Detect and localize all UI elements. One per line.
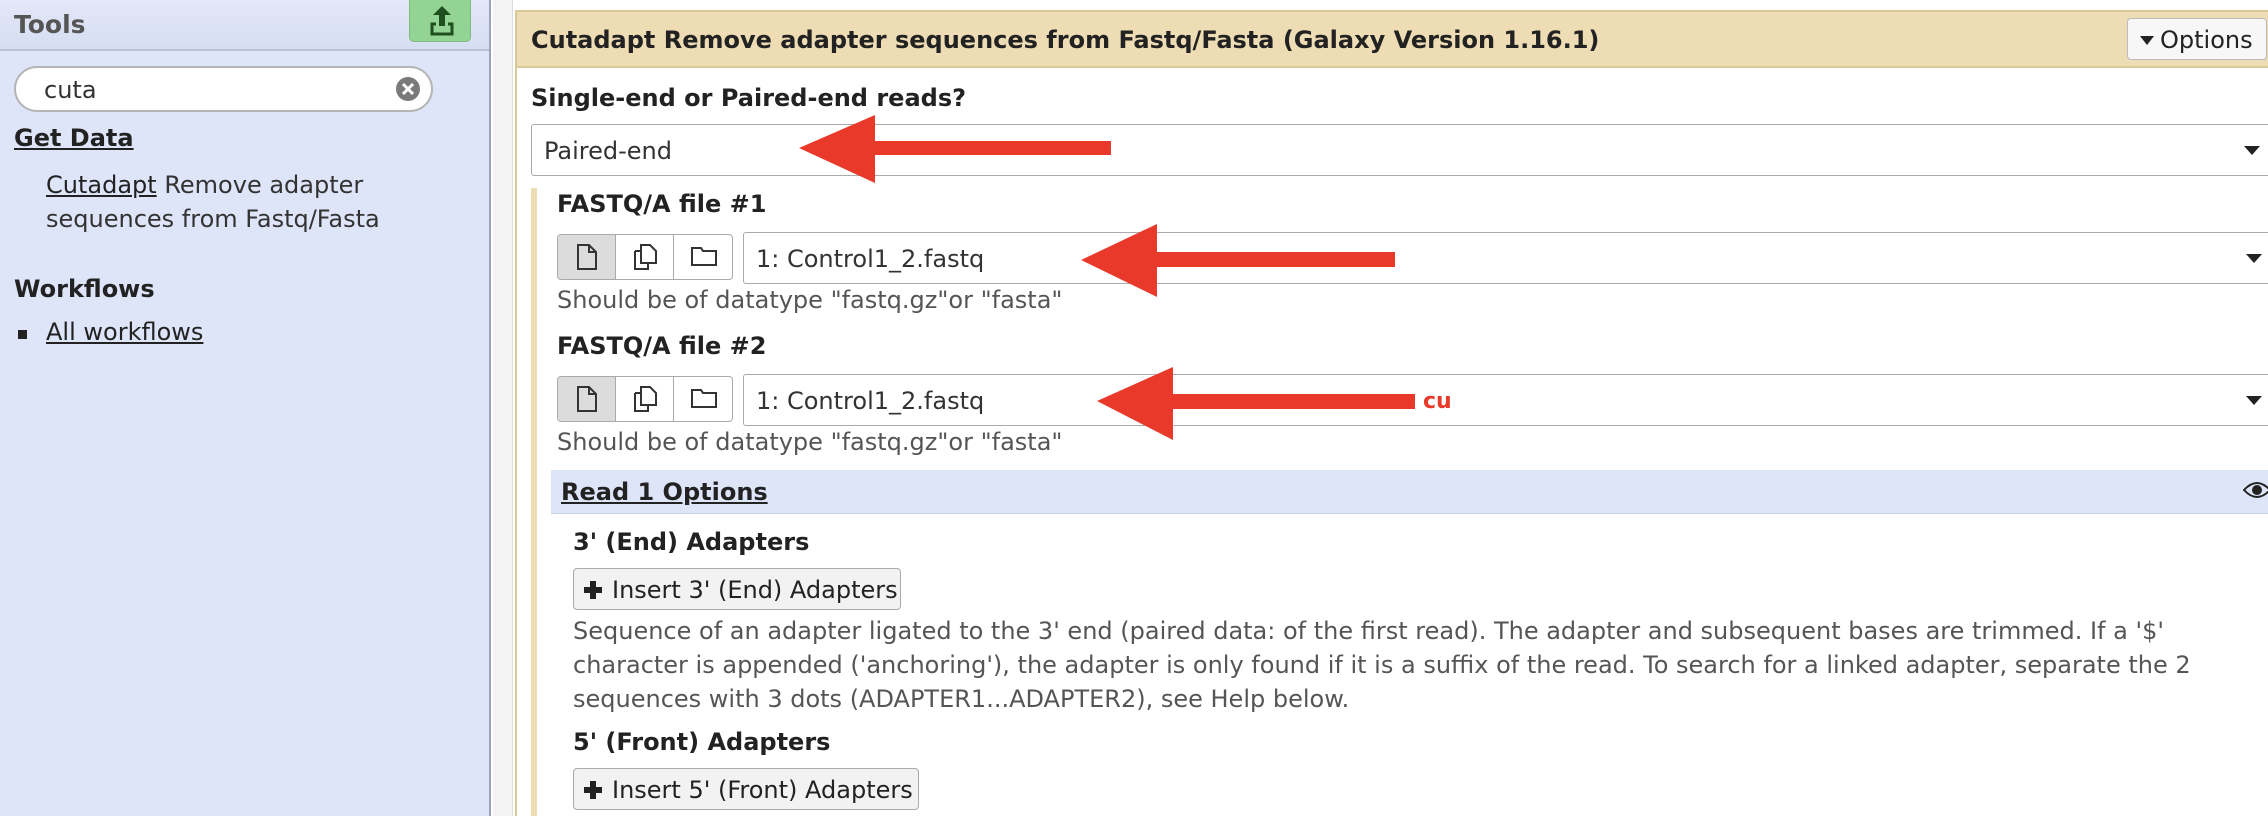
tool-form-title: Cutadapt Remove adapter sequences from F… (531, 26, 1600, 54)
insert-end-adapters-button[interactable]: Insert 3' (End) Adapters (573, 568, 901, 610)
tool-panel-header: Tools (0, 0, 489, 51)
tool-form-header: Cutadapt Remove adapter sequences from F… (517, 12, 2268, 68)
chevron-down-icon (2246, 254, 2262, 263)
chevron-down-icon (2246, 396, 2262, 405)
file1-select[interactable]: 1: Control1_2.fastq (743, 232, 2268, 284)
clear-search-icon[interactable] (395, 76, 421, 102)
file-icon (577, 386, 597, 412)
workflows-heading: Workflows (14, 275, 155, 303)
single-dataset-button[interactable] (558, 377, 616, 421)
front-adapters-label: 5' (Front) Adapters (573, 728, 831, 756)
file2-label: FASTQ/A file #2 (557, 332, 767, 360)
file2-source-buttons (557, 376, 733, 422)
tool-search-input[interactable]: cuta (14, 66, 433, 112)
files-icon (634, 244, 657, 270)
cutadapt-tool-link[interactable]: Cutadapt (46, 171, 157, 199)
plus-icon (584, 781, 602, 799)
tool-panel: Tools cuta Get Data Cutadapt Remove adap… (0, 0, 491, 816)
single-dataset-button[interactable] (558, 235, 616, 279)
end-adapters-label: 3' (End) Adapters (573, 528, 810, 556)
end-adapters-help: Sequence of an adapter ligated to the 3'… (573, 617, 2191, 713)
read-type-value: Paired-end (544, 137, 672, 165)
read1-options-title[interactable]: Read 1 Options (561, 478, 768, 506)
tool-search-value: cuta (44, 76, 97, 104)
panel-divider[interactable] (493, 0, 513, 816)
file-icon (577, 244, 597, 270)
get-data-section-link[interactable]: Get Data (14, 124, 134, 152)
file1-source-buttons (557, 234, 733, 280)
insert-end-adapters-label: Insert 3' (End) Adapters (612, 576, 898, 604)
cutadapt-tool-item[interactable]: Cutadapt Remove adapter sequences from F… (46, 168, 446, 236)
eye-icon[interactable] (2243, 480, 2268, 500)
plus-icon (584, 581, 602, 599)
options-button[interactable]: Options (2127, 18, 2267, 60)
read-type-select[interactable]: Paired-end (531, 124, 2268, 176)
tool-form: Cutadapt Remove adapter sequences from F… (515, 10, 2268, 816)
file2-select[interactable]: 1: Control1_2.fastq (743, 374, 2268, 426)
folder-icon (691, 389, 717, 408)
annotation-text: cu (1423, 389, 1452, 414)
upload-button[interactable] (409, 0, 471, 42)
file2-value: 1: Control1_2.fastq (756, 387, 985, 415)
file1-value: 1: Control1_2.fastq (756, 245, 985, 273)
read1-options-section[interactable]: Read 1 Options (551, 470, 2268, 514)
options-label: Options (2160, 26, 2253, 54)
read-type-label: Single-end or Paired-end reads? (531, 84, 967, 112)
files-icon (634, 386, 657, 412)
caret-down-icon (2140, 36, 2154, 45)
insert-front-adapters-label: Insert 5' (Front) Adapters (612, 776, 913, 804)
multiple-datasets-button[interactable] (616, 235, 674, 279)
tool-form-panel: Cutadapt Remove adapter sequences from F… (493, 0, 2268, 816)
file1-help: Should be of datatype "fastq.gz"or "fast… (557, 286, 1063, 314)
upload-icon (430, 6, 454, 36)
all-workflows-link[interactable]: All workflows (46, 318, 203, 346)
conditional-indent-bar (531, 188, 537, 816)
galaxy-app: Tools cuta Get Data Cutadapt Remove adap… (0, 0, 2268, 816)
file2-help: Should be of datatype "fastq.gz"or "fast… (557, 428, 1063, 456)
file1-label: FASTQ/A file #1 (557, 190, 767, 218)
dataset-collection-button[interactable] (674, 235, 732, 279)
folder-icon (691, 247, 717, 266)
dataset-collection-button[interactable] (674, 377, 732, 421)
chevron-down-icon (2244, 146, 2260, 155)
insert-front-adapters-button[interactable]: Insert 5' (Front) Adapters (573, 768, 919, 810)
tool-panel-title: Tools (14, 10, 86, 39)
bullet-icon (18, 330, 27, 339)
multiple-datasets-button[interactable] (616, 377, 674, 421)
